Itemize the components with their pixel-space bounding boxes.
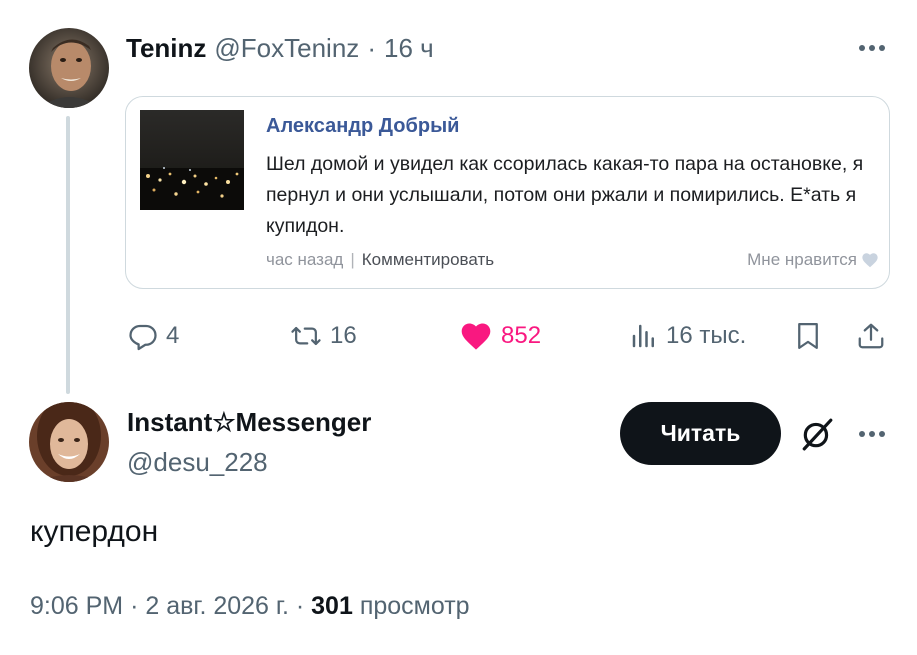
author-name[interactable]: Teninz — [126, 33, 206, 64]
heart-icon — [459, 321, 493, 351]
embedded-post-time: час назад — [266, 250, 344, 269]
follow-button[interactable]: Читать — [620, 402, 781, 465]
like-count: 852 — [501, 322, 542, 349]
embedded-post-text: Шел домой и увидел как ссорилась какая-т… — [266, 153, 864, 237]
header-separator: · — [367, 32, 376, 63]
reply-more-icon[interactable] — [854, 416, 890, 452]
embedded-post-meta: час назад | Комментировать — [266, 250, 494, 270]
views-button[interactable]: 16 тыс. — [630, 316, 746, 356]
retweet-icon — [290, 321, 322, 351]
embedded-post-comment-label: Комментировать — [361, 250, 495, 269]
meta-separator-1: · — [130, 592, 139, 620]
views-icon — [630, 321, 658, 351]
like-button[interactable]: 852 — [459, 316, 541, 356]
meta-separator-2: · — [295, 592, 305, 620]
teninz-avatar[interactable] — [29, 28, 109, 108]
reply-views-count: 301 — [311, 592, 353, 620]
thread-connector-line — [66, 116, 70, 394]
quoted-tweet-header: Teninz @FoxTeninz · 16 ч — [126, 30, 434, 66]
reply-button[interactable]: 4 — [128, 316, 179, 356]
reply-icon — [128, 321, 158, 351]
reply-author-name[interactable]: Instant☆Messenger — [127, 405, 371, 439]
tweet-actions: 4 16 852 16 тыс. — [126, 316, 890, 356]
share-icon — [856, 321, 886, 351]
bookmark-icon — [794, 321, 822, 351]
share-button[interactable] — [856, 316, 886, 356]
instant-messenger-avatar[interactable] — [29, 402, 109, 482]
reply-tweet-header: Instant☆Messenger @desu_228 — [127, 405, 371, 479]
embedded-post-image[interactable]: Александр Добрый Шел домой и увидел как … — [125, 96, 890, 289]
embedded-post-author: Александр Добрый — [266, 115, 460, 137]
reply-tweet-meta: 9:06 PM · 2 авг. 2026 г. · 301 просмотр — [30, 592, 470, 621]
reply-tweet-text: купердон — [30, 515, 159, 548]
reply-tweet-time[interactable]: 9:06 PM — [30, 592, 123, 620]
reply-author-handle[interactable]: @desu_228 — [127, 445, 371, 479]
reply-tweet-date[interactable]: 2 авг. 2026 г. — [145, 592, 289, 620]
embedded-post-separator: | — [350, 250, 355, 269]
embedded-post-like-label: Мне нравится — [747, 250, 857, 269]
more-icon[interactable] — [854, 30, 890, 66]
author-handle[interactable]: @FoxTeninz — [214, 33, 359, 64]
reply-views-label: просмотр — [359, 592, 470, 620]
tweet-time[interactable]: 16 ч — [384, 33, 434, 64]
embedded-post-like: Мне нравится — [747, 250, 879, 270]
small-heart-icon — [861, 252, 879, 268]
grok-icon[interactable] — [797, 414, 837, 454]
retweet-button[interactable]: 16 — [290, 316, 357, 356]
bookmark-button[interactable] — [794, 316, 822, 356]
night-city-photo — [140, 110, 244, 210]
retweet-count: 16 — [330, 322, 357, 349]
views-count: 16 тыс. — [666, 322, 747, 349]
reply-count: 4 — [166, 322, 180, 349]
